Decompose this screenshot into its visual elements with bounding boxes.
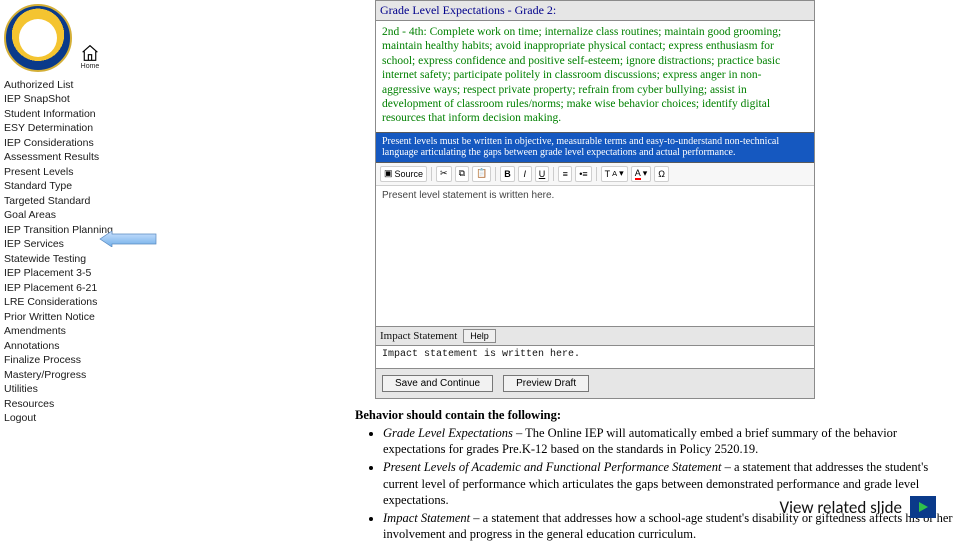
preview-draft-button[interactable]: Preview Draft (503, 375, 589, 392)
sidebar-item-iep-placement-6-21[interactable]: IEP Placement 6-21 (4, 281, 135, 294)
sidebar-item-logout[interactable]: Logout (4, 412, 135, 425)
sidebar-item-authorized-list[interactable]: Authorized List (4, 78, 135, 91)
view-related-slide-link[interactable]: View related slide (779, 496, 936, 518)
sidebar-item-utilities[interactable]: Utilities (4, 383, 135, 396)
separator-icon (495, 167, 496, 181)
sidebar-item-targeted-standard[interactable]: Targeted Standard (4, 194, 135, 207)
app-panel: Grade Level Expectations - Grade 2: 2nd … (375, 0, 815, 399)
sidebar-item-iep-considerations[interactable]: IEP Considerations (4, 136, 135, 149)
underline-button[interactable]: U (535, 166, 550, 182)
wv-doe-seal-icon (4, 4, 72, 72)
sidebar-item-prior-written-notice[interactable]: Prior Written Notice (4, 310, 135, 323)
separator-icon (553, 167, 554, 181)
source-label: Source (395, 169, 424, 179)
sidebar-item-statewide-testing[interactable]: Statewide Testing (4, 252, 135, 265)
sidebar-item-finalize-process[interactable]: Finalize Process (4, 354, 135, 367)
paste-button[interactable]: 📋 (472, 166, 491, 182)
footer-link-label: View related slide (779, 497, 902, 518)
arrow-left-icon (98, 231, 158, 247)
help-button[interactable]: Help (463, 329, 496, 343)
sidebar-item-assessment-results[interactable]: Assessment Results (4, 151, 135, 164)
play-icon (910, 496, 936, 518)
bullet-gle: Grade Level Expectations – The Online IE… (383, 425, 954, 458)
font-size-button[interactable]: TA▾ (601, 166, 628, 182)
behavior-description: Behavior should contain the following: G… (355, 407, 954, 543)
impact-label: Impact Statement (380, 330, 457, 342)
sidebar-item-goal-areas[interactable]: Goal Areas (4, 209, 135, 222)
sidebar-item-esy-determination[interactable]: ESY Determination (4, 122, 135, 135)
editor-toolbar: ▣ Source ✂ ⧉ 📋 B I U ≡ •≡ TA▾ A▾ Ω (376, 163, 814, 186)
term-gle: Grade Level Expectations (383, 426, 513, 440)
source-button[interactable]: ▣ Source (380, 166, 427, 182)
gle-header: Grade Level Expectations - Grade 2: (376, 1, 814, 21)
impact-editor[interactable]: Impact statement is written here. (376, 346, 814, 368)
main: Grade Level Expectations - Grade 2: 2nd … (135, 0, 960, 540)
behavior-lead: Behavior should contain the following: (355, 407, 954, 423)
cut-button[interactable]: ✂ (436, 166, 452, 182)
nav: Authorized List IEP SnapShot Student Inf… (4, 78, 135, 425)
sidebar-item-lre-considerations[interactable]: LRE Considerations (4, 296, 135, 309)
sidebar-item-annotations[interactable]: Annotations (4, 339, 135, 352)
copy-button[interactable]: ⧉ (455, 166, 469, 182)
sidebar-item-student-information[interactable]: Student Information (4, 107, 135, 120)
logo-row: Home (4, 4, 135, 72)
impact-header: Impact Statement Help (376, 326, 814, 346)
separator-icon (596, 167, 597, 181)
term-pl: Present Levels of Academic and Functiona… (383, 460, 721, 474)
sidebar-item-amendments[interactable]: Amendments (4, 325, 135, 338)
special-char-button[interactable]: Ω (654, 166, 669, 182)
gle-text: 2nd - 4th: Complete work on time; intern… (376, 21, 814, 132)
separator-icon (431, 167, 432, 181)
ordered-list-button[interactable]: ≡ (558, 166, 572, 182)
save-continue-button[interactable]: Save and Continue (382, 375, 493, 392)
home-button[interactable]: Home (80, 44, 100, 70)
instruction-bar: Present levels must be written in object… (376, 132, 814, 163)
sidebar: Home Authorized List IEP SnapShot Studen… (0, 0, 135, 540)
sidebar-item-mastery-progress[interactable]: Mastery/Progress (4, 368, 135, 381)
present-level-editor[interactable]: Present level statement is written here. (376, 186, 814, 326)
home-label: Home (81, 63, 100, 70)
italic-button[interactable]: I (518, 166, 532, 182)
sidebar-item-present-levels[interactable]: Present Levels (4, 165, 135, 178)
unordered-list-button[interactable]: •≡ (575, 166, 591, 182)
button-row: Save and Continue Preview Draft (376, 368, 814, 398)
bold-button[interactable]: B (500, 166, 515, 182)
sidebar-item-resources[interactable]: Resources (4, 397, 135, 410)
sidebar-item-iep-snapshot[interactable]: IEP SnapShot (4, 93, 135, 106)
sidebar-item-standard-type[interactable]: Standard Type (4, 180, 135, 193)
text-color-button[interactable]: A▾ (631, 166, 652, 182)
sidebar-item-iep-placement-3-5[interactable]: IEP Placement 3-5 (4, 267, 135, 280)
home-icon (80, 44, 100, 62)
term-impact: Impact Statement (383, 511, 470, 525)
